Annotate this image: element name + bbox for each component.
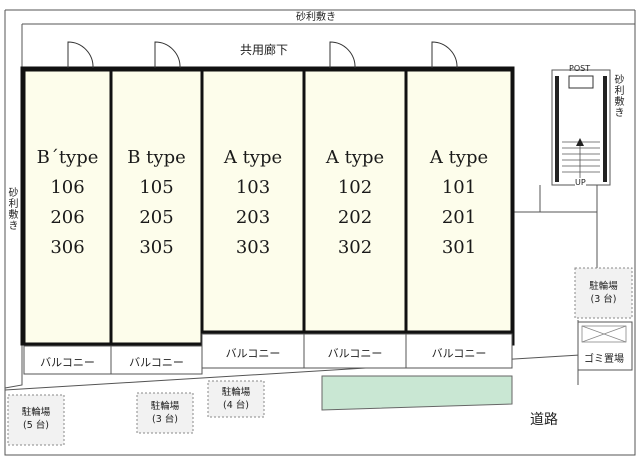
balcony-label: バルコニー [431, 347, 487, 360]
bike-parking-count: (4 台) [223, 400, 249, 411]
post-box [568, 75, 594, 89]
bike-parking-count: (3 台) [590, 294, 617, 305]
right-gravel-label: 砂利敷き [614, 75, 625, 119]
room-number: 102 [337, 177, 373, 198]
room-number: 202 [337, 207, 373, 228]
unit-type: A type [325, 147, 385, 168]
bike-parking-label: 駐輪場 (3 台) [575, 280, 632, 306]
road-label: 道路 [530, 412, 558, 428]
room-number: 101 [441, 177, 477, 198]
green-area [321, 375, 513, 411]
up-label: UP [575, 178, 586, 187]
stair-wall-right [603, 76, 607, 182]
unit-b-text: B type 105 205 305 [111, 143, 202, 263]
room-number: 305 [139, 237, 174, 258]
corridor-label: 共用廊下 [240, 43, 289, 57]
bike-parking-title: 駐輪場 [221, 387, 251, 398]
room-number: 106 [50, 177, 85, 198]
bike-parking-count: (3 台) [152, 414, 178, 425]
stair-wall-left [555, 76, 559, 182]
bike-parking-title: 駐輪場 [150, 401, 180, 412]
room-number: 205 [139, 207, 174, 228]
left-gravel-label: 砂利敷き [8, 188, 19, 232]
room-number: 303 [235, 237, 271, 258]
unit-a-103-text: A type 103 203 303 [202, 143, 304, 263]
bike-parking-label: 駐輪場 (4 台) [208, 386, 264, 412]
unit-type: B type [127, 147, 186, 168]
room-number: 103 [235, 177, 271, 198]
post-label: POST [569, 64, 591, 73]
room-number: 306 [50, 237, 85, 258]
unit-a-101-text: A type 101 201 301 [406, 143, 512, 263]
bike-parking-label: 駐輪場 (3 台) [137, 400, 193, 426]
balcony-label: バルコニー [40, 356, 95, 369]
room-number: 105 [139, 177, 174, 198]
unit-type: A type [223, 147, 283, 168]
bike-parking-title: 駐輪場 [21, 407, 51, 418]
garbage-label: ゴミ置場 [584, 354, 624, 365]
room-number: 301 [441, 237, 477, 258]
bike-parking-title: 駐輪場 [589, 281, 618, 292]
bike-parking-label: 駐輪場 (5 台) [8, 406, 64, 432]
room-number: 206 [50, 207, 85, 228]
unit-a-102-text: A type 102 202 302 [304, 143, 406, 263]
room-number: 203 [235, 207, 271, 228]
unit-type: A type [429, 147, 489, 168]
balcony-label: バルコニー [225, 347, 281, 360]
room-number: 201 [441, 207, 477, 228]
unit-b-prime-text: B´type 106 206 306 [24, 143, 111, 263]
balcony-label: バルコニー [129, 356, 184, 369]
balcony-label: バルコニー [327, 347, 383, 360]
room-number: 302 [337, 237, 373, 258]
bike-parking-count: (5 台) [23, 420, 49, 431]
unit-type: B´type [36, 147, 99, 168]
top-gravel-label: 砂利敷き [296, 12, 336, 23]
